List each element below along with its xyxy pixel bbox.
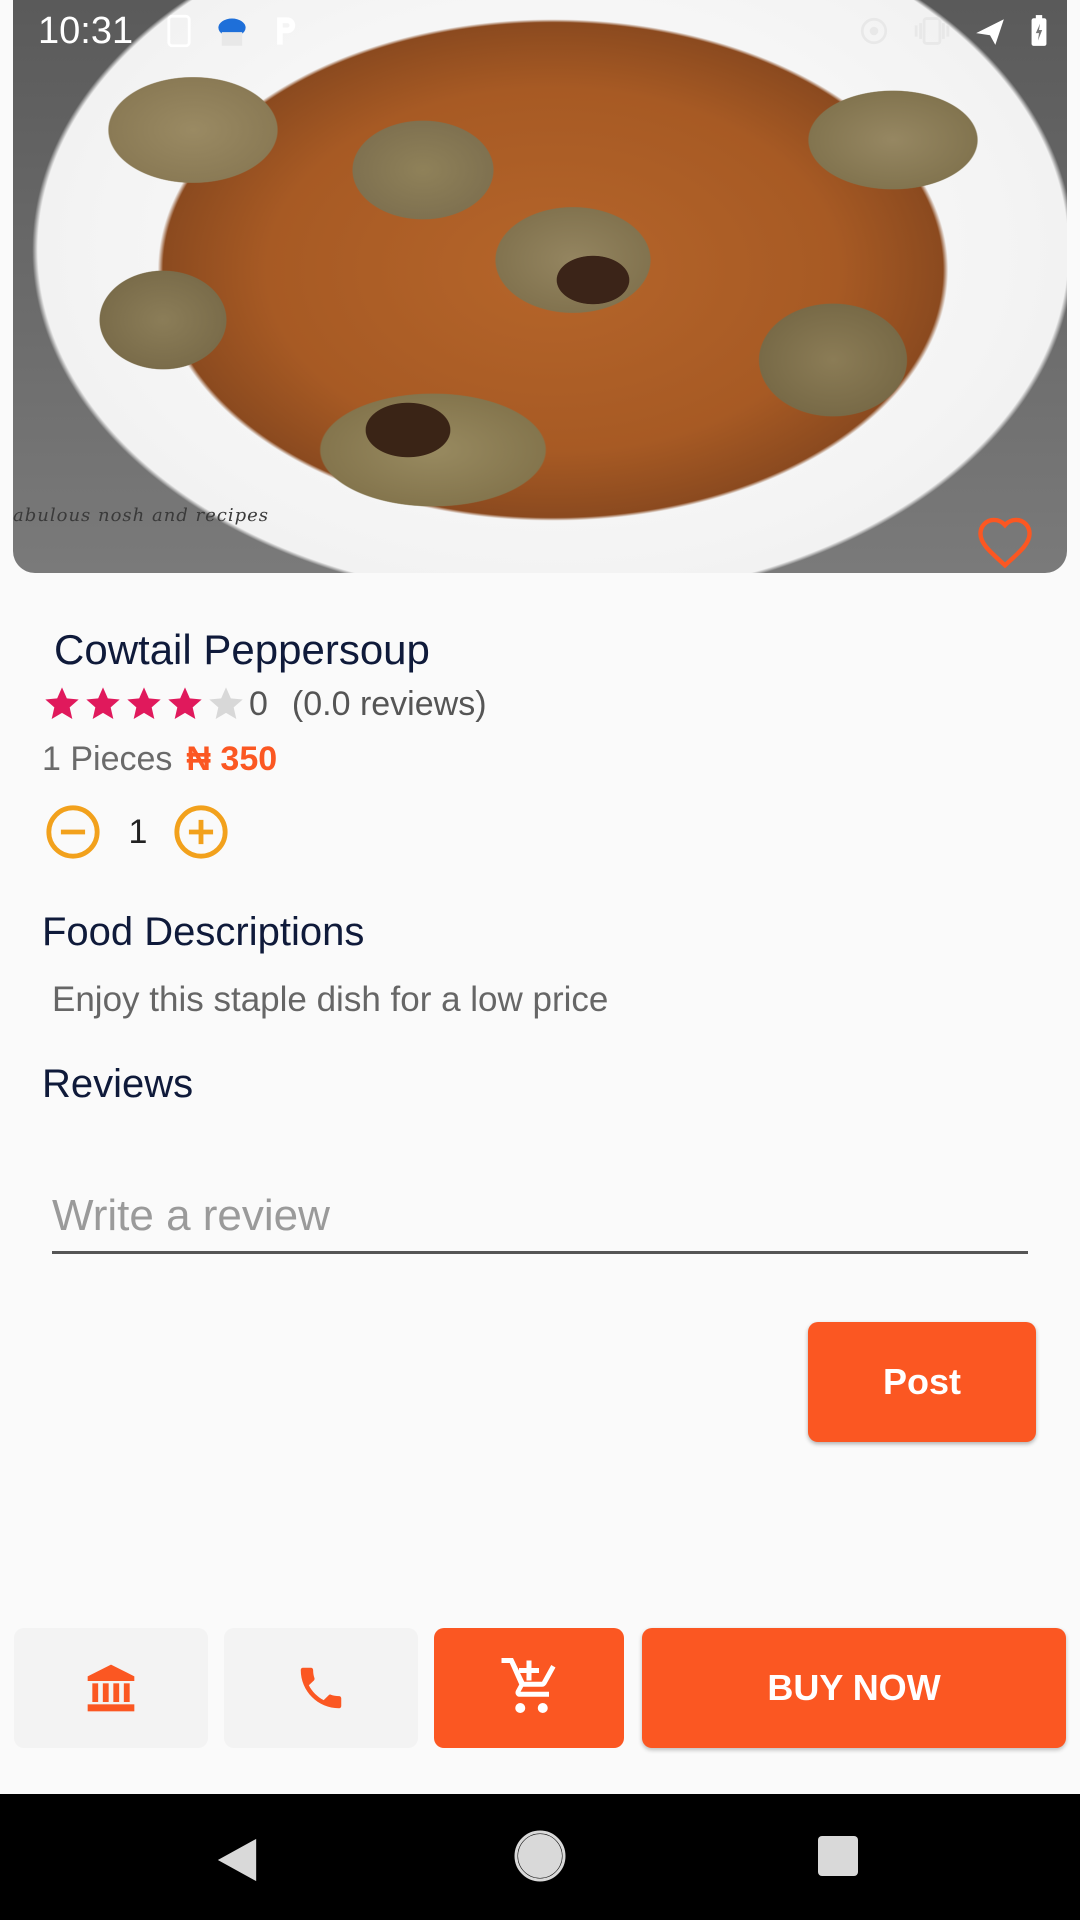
star-filled-icon [86,687,120,719]
airplane-icon [976,19,1004,45]
plus-circle-icon[interactable] [172,803,230,861]
star-filled-icon [127,687,161,719]
battery-icon [1031,15,1047,46]
bank-icon [87,1664,135,1712]
parking-icon [277,17,296,45]
home-icon[interactable] [514,1830,566,1882]
price-row: 1 Pieces ₦ 350 [42,740,277,790]
hotspot-icon [860,17,888,45]
vibrate-icon [914,17,950,45]
phone-icon [300,1667,342,1709]
rating-value: 0 [249,684,268,723]
description-title: Food Descriptions [42,910,365,954]
food-image: abulous nosh and recipes [13,0,1067,573]
back-icon[interactable] [214,1834,260,1886]
star-empty-icon [209,687,243,719]
add-to-cart-icon [501,1658,556,1713]
navigation-bar [0,1794,1080,1920]
price-label: ₦ 350 [186,740,278,778]
product-title: Cowtail Peppersoup [54,626,430,673]
status-bar: 10:31 [0,0,1080,64]
description-text: Enjoy this staple dish for a low price [52,980,609,1019]
minus-circle-icon[interactable] [44,803,102,861]
review-count: (0.0 reviews) [291,684,487,723]
quantity-value: 1 [128,812,148,851]
status-time: 10:31 [38,10,134,52]
image-watermark: abulous nosh and recipes [13,505,270,526]
recent-apps-icon[interactable] [816,1834,860,1878]
heart-outline-icon [978,517,1032,569]
quantity-stepper: 1 [44,800,230,864]
reviews-title: Reviews [42,1062,194,1106]
call-button[interactable] [224,1628,418,1748]
star-filled-icon [168,687,202,719]
cloud-test-icon [218,18,246,46]
favorite-button[interactable] [975,515,1035,569]
pieces-label: 1 Pieces [42,740,173,778]
sim-card-icon [167,14,191,48]
review-input[interactable] [52,1180,1028,1254]
rating-row: 0 (0.0 reviews) [42,678,487,730]
post-button[interactable]: Post [808,1322,1036,1442]
star-filled-icon [45,687,79,719]
buy-now-button[interactable]: BUY NOW [642,1628,1066,1748]
bank-button[interactable] [14,1628,208,1748]
add-to-cart-button[interactable] [434,1628,624,1748]
